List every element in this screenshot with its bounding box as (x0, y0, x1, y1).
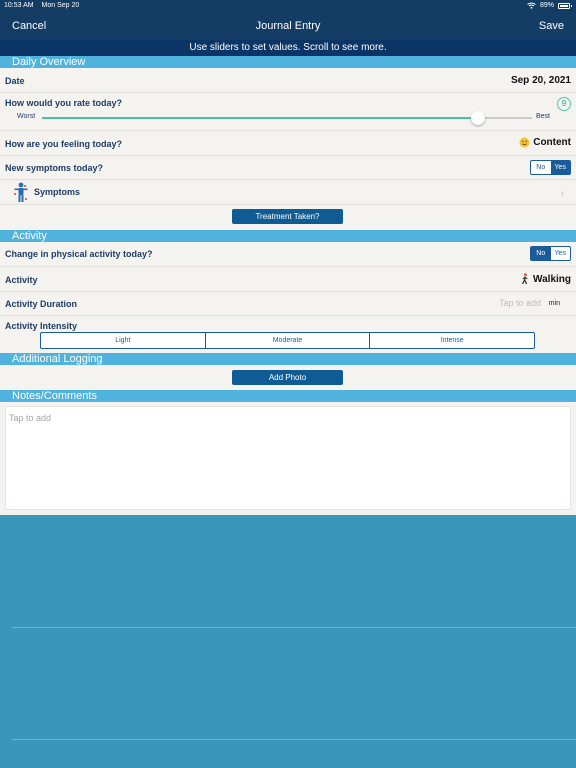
feeling-row[interactable]: How are you feeling today? Content (0, 131, 576, 156)
section-header-daily-overview: Daily Overview (0, 56, 576, 68)
intensity-moderate-option[interactable]: Moderate (206, 333, 371, 348)
section-header-activity: Activity (0, 230, 576, 242)
new-symptoms-no-option[interactable]: No (531, 161, 551, 174)
duration-unit: min (548, 300, 560, 307)
activity-change-yes-option[interactable]: Yes (551, 247, 571, 260)
activity-change-toggle[interactable]: No Yes (530, 246, 571, 261)
status-bar: 10:53 AM Mon Sep 20 89% (0, 0, 576, 12)
duration-input[interactable]: Tap to add (499, 298, 541, 308)
duration-label: Activity Duration (5, 299, 78, 309)
activity-change-no-option[interactable]: No (531, 247, 551, 260)
activity-change-label: Change in physical activity today? (5, 249, 153, 259)
intensity-intense-option[interactable]: Intense (370, 333, 534, 348)
intensity-segmented-control[interactable]: Light Moderate Intense (40, 332, 535, 349)
date-row[interactable]: Date Sep 20, 2021 (0, 68, 576, 93)
activity-value: Walking (533, 273, 571, 285)
section-header-notes: Notes/Comments (0, 390, 576, 402)
page-title: Journal Entry (255, 20, 321, 32)
hint-banner: Use sliders to set values. Scroll to see… (0, 40, 576, 56)
slider-min-label: Worst (17, 113, 36, 120)
notes-textarea[interactable]: Tap to add (5, 406, 571, 510)
rating-slider-thumb[interactable] (471, 111, 486, 125)
walking-person-icon (521, 273, 528, 285)
journal-form: Daily Overview Date Sep 20, 2021 How wou… (0, 56, 576, 515)
nav-bar: Cancel Journal Entry Save (0, 12, 576, 40)
save-button[interactable]: Save (539, 20, 564, 32)
new-symptoms-label: New symptoms today? (5, 163, 104, 173)
new-symptoms-yes-option[interactable]: Yes (550, 161, 570, 174)
new-symptoms-toggle[interactable]: No Yes (530, 160, 571, 175)
notes-placeholder: Tap to add (9, 413, 52, 423)
date-label: Date (5, 76, 25, 86)
rating-slider-fill (42, 117, 479, 119)
chevron-right-icon: › (560, 188, 564, 199)
activity-value-group: Walking (520, 273, 571, 285)
status-left: 10:53 AM Mon Sep 20 (4, 2, 85, 9)
rating-label: How would you rate today? (5, 98, 123, 108)
add-photo-button[interactable]: Add Photo (232, 370, 343, 385)
activity-change-row: Change in physical activity today? No Ye… (0, 242, 576, 267)
rating-row: How would you rate today? (0, 93, 576, 131)
activity-row[interactable]: Activity Walking (0, 267, 576, 292)
feeling-value: Content (533, 137, 571, 148)
symptoms-label: Symptoms (34, 187, 81, 197)
rating-slider[interactable] (42, 111, 532, 125)
status-date: Mon Sep 20 (41, 2, 80, 9)
slightly-smiling-face-icon (519, 137, 530, 148)
treatment-taken-button[interactable]: Treatment Taken? (232, 209, 343, 224)
duration-row[interactable]: Activity Duration Tap to add min (0, 292, 576, 316)
intensity-light-option[interactable]: Light (41, 333, 206, 348)
feeling-value-group: Content (519, 137, 571, 148)
section-header-additional-logging: Additional Logging (0, 353, 576, 365)
date-value: Sep 20, 2021 (510, 75, 571, 86)
rating-value-badge: 9 (557, 97, 571, 111)
symptoms-row[interactable]: Symptoms (0, 180, 576, 205)
battery-percent: 89% (539, 2, 554, 9)
body-figure-icon (14, 182, 28, 202)
feeling-label: How are you feeling today? (5, 139, 123, 149)
new-symptoms-row: New symptoms today? No Yes (0, 156, 576, 180)
battery-icon (558, 2, 572, 9)
intensity-label: Activity Intensity (5, 321, 78, 331)
wifi-icon (527, 2, 536, 9)
slider-max-label: Best (536, 113, 551, 120)
status-right: 89% (527, 2, 572, 9)
activity-label: Activity (5, 275, 38, 285)
status-time: 10:53 AM (4, 2, 34, 9)
background-divider (12, 739, 576, 740)
background-divider (12, 627, 576, 628)
